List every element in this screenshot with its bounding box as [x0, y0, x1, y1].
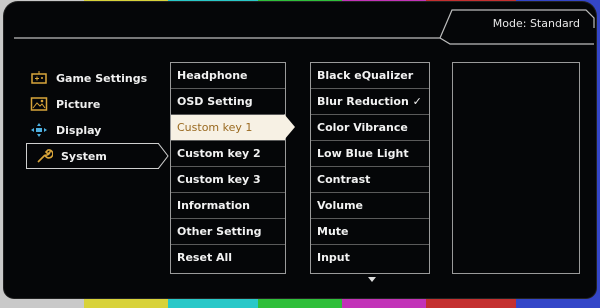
category-system[interactable]: System — [26, 143, 169, 169]
submenu-item-osd-setting[interactable]: OSD Setting — [171, 89, 285, 115]
category-label: System — [61, 149, 107, 163]
wrench-icon — [35, 148, 54, 164]
display-icon — [30, 122, 48, 138]
submenu-item-information[interactable]: Information — [171, 193, 285, 219]
option-color-vibrance[interactable]: Color Vibrance — [311, 115, 429, 141]
option-blur-reduction[interactable]: Blur Reduction ✓ — [311, 89, 429, 115]
scroll-down-icon[interactable] — [368, 277, 376, 282]
selection-pointer — [158, 143, 169, 169]
picture-icon — [30, 96, 48, 112]
submenu-selection-pointer — [284, 114, 295, 140]
category-game-settings[interactable]: Game Settings — [22, 66, 162, 90]
option-contrast[interactable]: Contrast — [311, 167, 429, 193]
mode-label: Mode: Standard — [492, 17, 580, 30]
option-low-blue-light[interactable]: Low Blue Light — [311, 141, 429, 167]
submenu-item-custom-key-3[interactable]: Custom key 3 — [171, 167, 285, 193]
submenu-item-custom-key-2[interactable]: Custom key 2 — [171, 141, 285, 167]
category-label: Game Settings — [56, 71, 148, 85]
option-volume[interactable]: Volume — [311, 193, 429, 219]
category-picture[interactable]: Picture — [22, 92, 162, 116]
submenu-list: Headphone OSD Setting Custom key 1 Custo… — [170, 62, 286, 274]
option-input[interactable]: Input — [311, 245, 429, 271]
category-display[interactable]: Display — [22, 118, 162, 142]
options-list: Black eQualizer Blur Reduction ✓ Color V… — [310, 62, 430, 274]
gamepad-icon — [30, 70, 48, 86]
submenu-item-other-setting[interactable]: Other Setting — [171, 219, 285, 245]
option-mute[interactable]: Mute — [311, 219, 429, 245]
option-black-equalizer[interactable]: Black eQualizer — [311, 63, 429, 89]
category-label: Picture — [56, 97, 101, 111]
category-label: Display — [56, 123, 102, 137]
submenu-item-custom-key-1[interactable]: Custom key 1 — [171, 115, 285, 141]
submenu-item-reset-all[interactable]: Reset All — [171, 245, 285, 271]
detail-pane — [452, 62, 580, 274]
submenu-item-headphone[interactable]: Headphone — [171, 63, 285, 89]
